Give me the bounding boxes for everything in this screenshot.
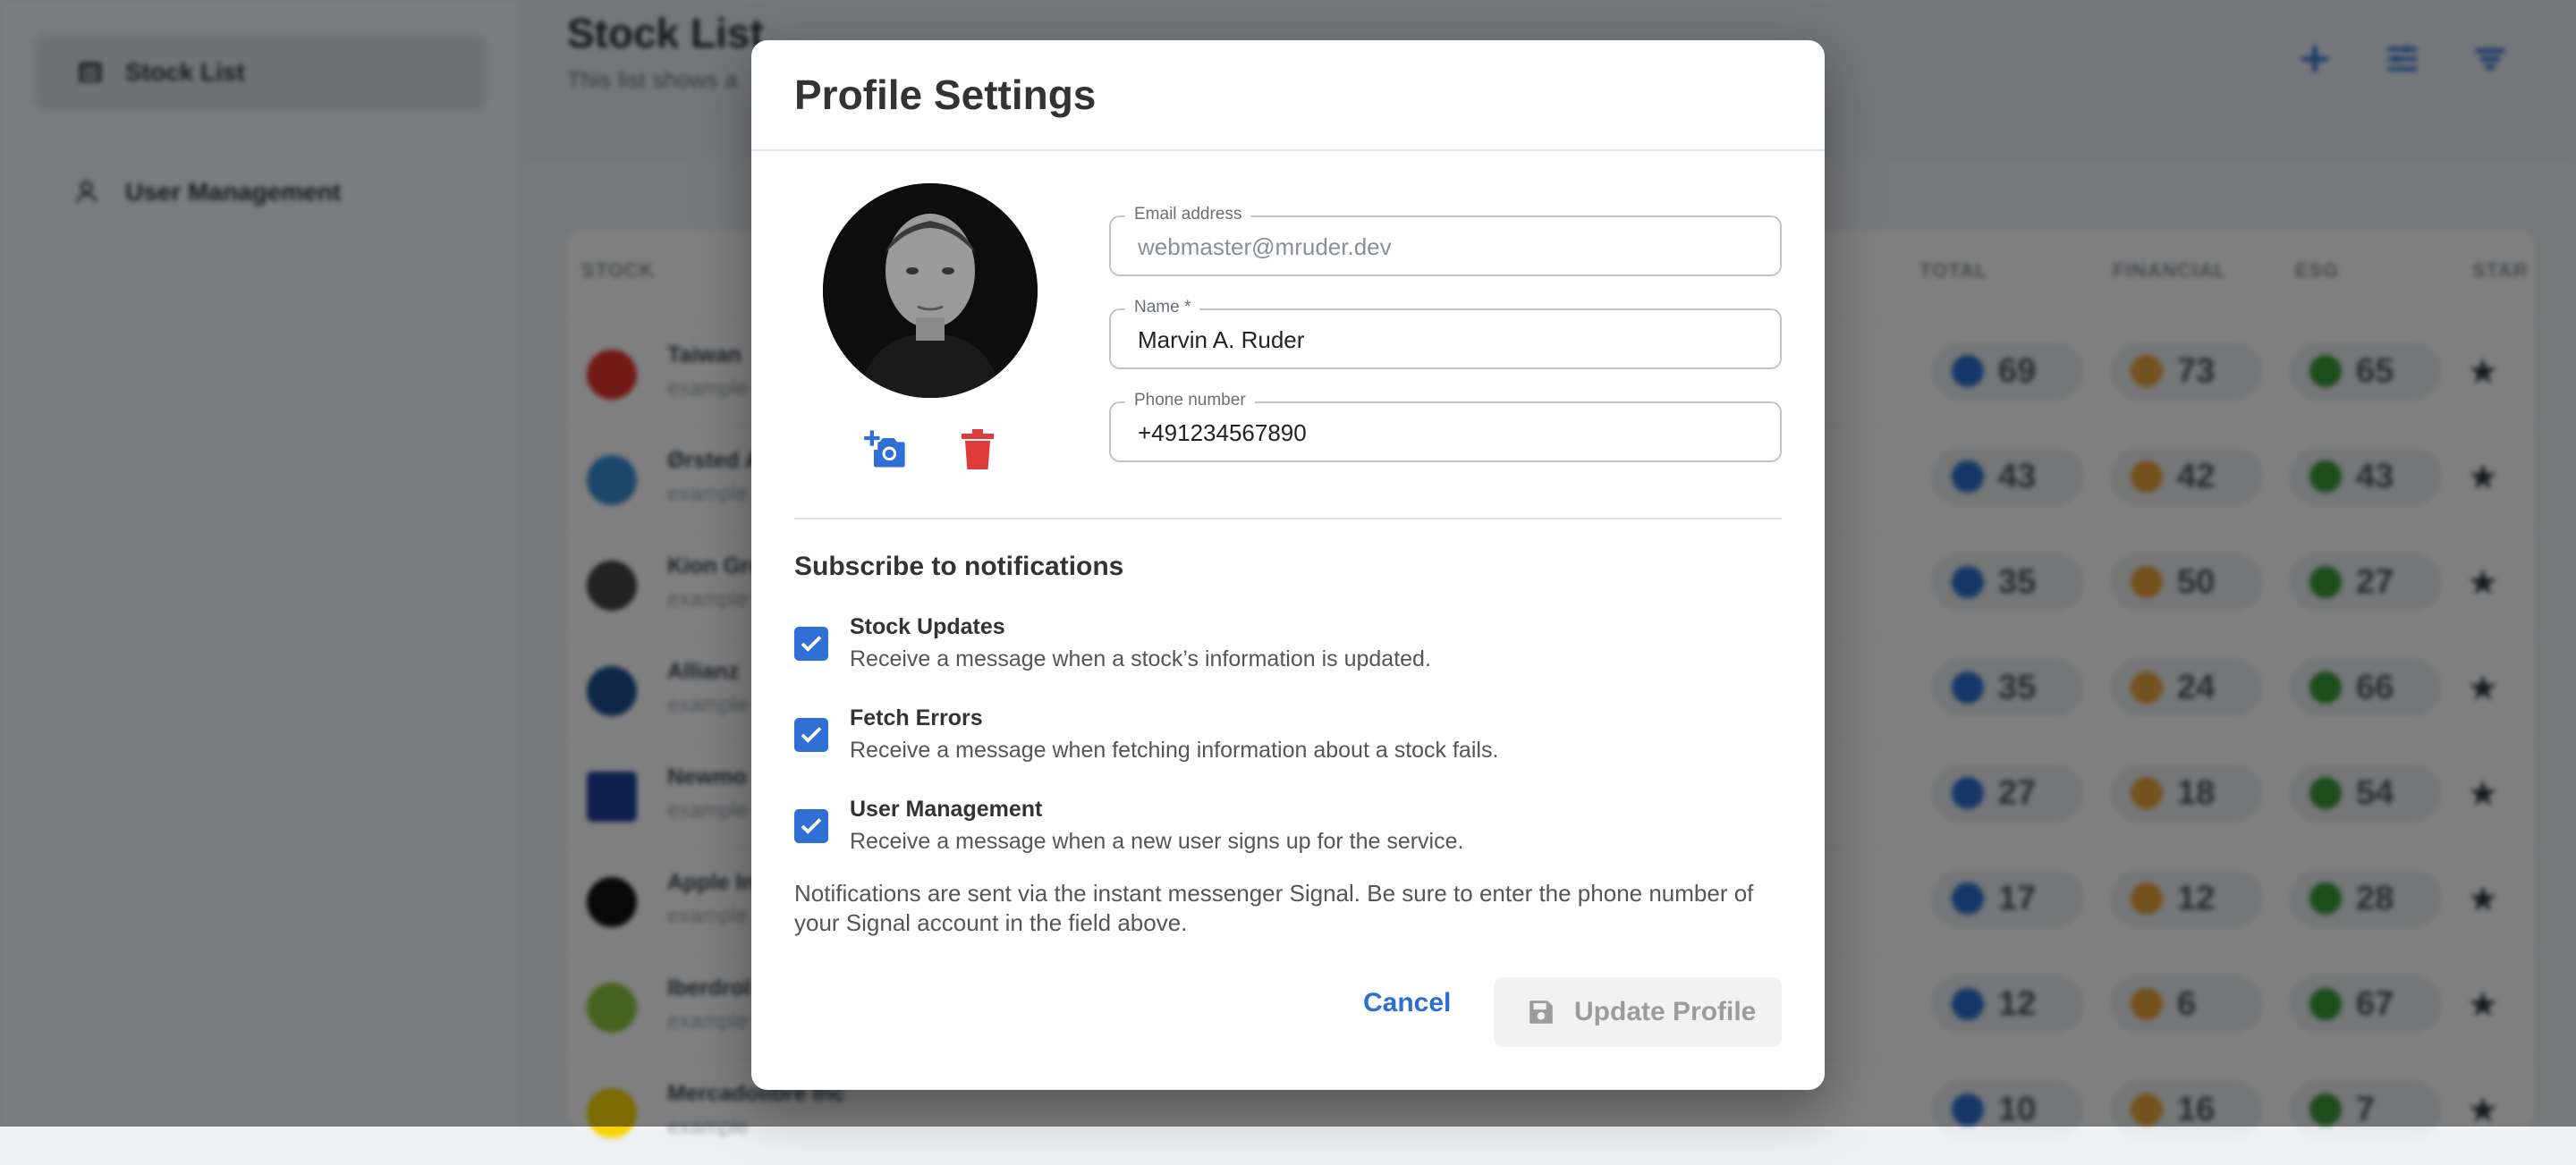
update-profile-button[interactable]: Update Profile (1494, 977, 1782, 1047)
profile-photo (823, 183, 1038, 398)
add-photo-icon[interactable] (862, 426, 909, 473)
stock-updates-description: Receive a message when a stock’s informa… (850, 646, 1431, 671)
name-field[interactable]: Name * (1109, 298, 1782, 369)
check-icon (801, 818, 822, 834)
save-icon (1530, 1000, 1553, 1024)
fetch-errors-checkbox[interactable] (794, 718, 828, 752)
email-input (1136, 217, 1766, 276)
update-profile-label: Update Profile (1574, 997, 1757, 1026)
fetch-errors-description: Receive a message when fetching informat… (850, 738, 1499, 763)
check-icon (801, 636, 822, 652)
phone-input[interactable] (1136, 403, 1766, 462)
notifications-heading: Subscribe to notifications (794, 552, 1124, 581)
notifications-note: Notifications are sent via the instant m… (794, 880, 1754, 936)
stock-updates-title: Stock Updates (850, 614, 1005, 639)
stock-updates-checkbox[interactable] (794, 627, 828, 661)
divider (751, 149, 1825, 151)
name-input[interactable] (1136, 310, 1766, 369)
delete-icon[interactable] (959, 428, 996, 471)
cancel-button[interactable]: Cancel (1363, 988, 1451, 1018)
fetch-errors-title: Fetch Errors (850, 705, 983, 730)
check-icon (801, 727, 822, 743)
user-management-description: Receive a message when a new user signs … (850, 829, 1464, 854)
user-management-title: User Management (850, 797, 1043, 822)
profile-settings-dialog: Profile Settings Email address Name * (751, 40, 1825, 1090)
email-field: Email address (1109, 205, 1782, 276)
divider (794, 518, 1782, 519)
user-management-checkbox[interactable] (794, 809, 828, 843)
avatar (823, 183, 1038, 398)
dialog-title: Profile Settings (794, 72, 1097, 118)
phone-field[interactable]: Phone number (1109, 391, 1782, 462)
